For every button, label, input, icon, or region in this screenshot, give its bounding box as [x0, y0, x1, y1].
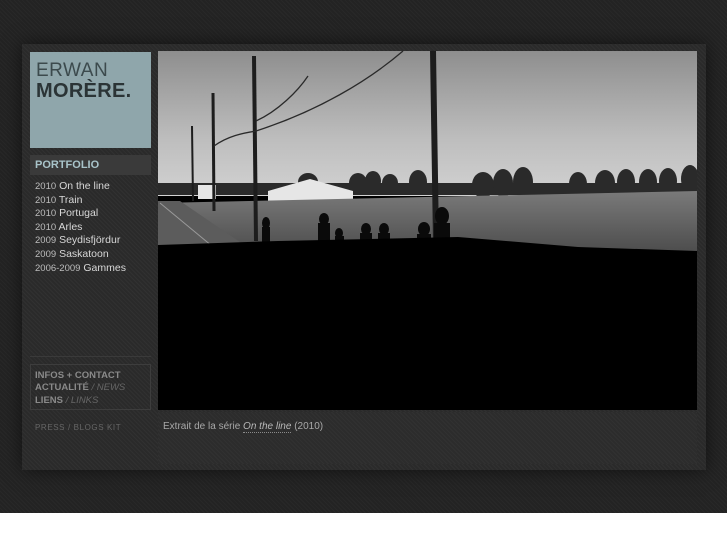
- infos-contact-link[interactable]: INFOS + CONTACT: [35, 370, 121, 381]
- logo-first-name: ERWAN: [36, 60, 109, 81]
- series-year: 2009: [35, 248, 57, 260]
- series-year: 2006-2009: [35, 262, 81, 274]
- site-logo[interactable]: ERWAN MORÈRE.: [30, 52, 151, 148]
- caption-year: (2010): [294, 421, 324, 432]
- series-item-portugal[interactable]: 2010 Portugal: [35, 207, 126, 221]
- series-name: Seydisfjördur: [59, 234, 121, 247]
- series-year: 2009: [35, 235, 57, 247]
- series-item-on-the-line[interactable]: 2010 On the line: [35, 180, 126, 194]
- series-item-saskatoon[interactable]: 2009 Saskatoon: [35, 248, 126, 262]
- news-label: / NEWS: [91, 382, 126, 393]
- sidebar-divider: [30, 356, 151, 357]
- photo-caption: Extrait de la série On the line (2010): [163, 421, 324, 433]
- actualite-label: ACTUALITÉ: [35, 382, 89, 393]
- caption-bar: [158, 412, 697, 464]
- series-name: Saskatoon: [59, 247, 109, 260]
- photo-image: [158, 51, 697, 410]
- info-links-box: INFOS + CONTACT ACTUALITÉ / NEWS LIENS /…: [30, 364, 151, 410]
- series-year: 2010: [35, 208, 57, 220]
- caption-prefix: Extrait de la série: [163, 421, 241, 432]
- actualite-link[interactable]: ACTUALITÉ / NEWS: [35, 382, 125, 393]
- series-name: Train: [58, 193, 83, 206]
- featured-photo[interactable]: [158, 51, 697, 410]
- portfolio-header[interactable]: PORTFOLIO: [30, 155, 151, 175]
- press-kit-link[interactable]: PRESS / BLOGS KIT: [35, 423, 121, 432]
- series-name: Arles: [58, 220, 83, 233]
- series-item-gammes[interactable]: 2006-2009 Gammes: [35, 262, 126, 276]
- links-label: / LINKS: [65, 395, 99, 406]
- series-list: 2010 On the line 2010 Train 2010 Portuga…: [35, 180, 126, 275]
- liens-label: LIENS: [35, 395, 63, 406]
- series-year: 2010: [35, 194, 57, 206]
- series-item-seydisfjordur[interactable]: 2009 Seydisfjördur: [35, 234, 126, 248]
- logo-last-name: MORÈRE.: [36, 80, 132, 102]
- portfolio-label: PORTFOLIO: [35, 159, 100, 171]
- series-year: 2010: [35, 221, 57, 233]
- series-item-arles[interactable]: 2010 Arles: [35, 221, 126, 235]
- series-name: Gammes: [83, 261, 126, 274]
- series-name: Portugal: [59, 207, 99, 220]
- liens-link[interactable]: LIENS / LINKS: [35, 395, 98, 406]
- caption-series-link[interactable]: On the line: [243, 421, 292, 433]
- series-item-train[interactable]: 2010 Train: [35, 194, 126, 208]
- series-year: 2010: [35, 181, 57, 192]
- series-name: On the line: [59, 180, 110, 192]
